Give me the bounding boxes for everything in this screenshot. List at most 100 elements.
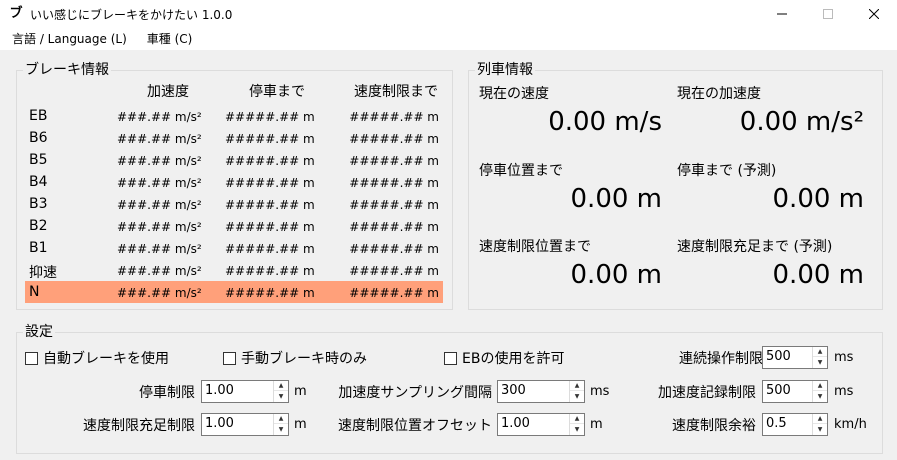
brake-row[interactable]: B6 ###.## m/s² #####.## m #####.## m — [25, 127, 443, 149]
auto-brake-checkbox[interactable]: 自動ブレーキを使用 — [25, 348, 169, 368]
brake-row[interactable]: B4 ###.## m/s² #####.## m #####.## m — [25, 171, 443, 193]
to-stop-predicted-value: 0.00 m — [772, 184, 864, 214]
to-limit-position-value: 0.00 m — [570, 260, 662, 290]
menu-bar: 言語 / Language (L) 車種 (C) — [0, 28, 897, 50]
stepper-down-icon[interactable]: ▼ — [570, 391, 584, 401]
brake-limit-distance: #####.## m — [349, 198, 439, 212]
stepper-down-icon[interactable]: ▼ — [813, 424, 827, 434]
stepper-buttons: ▲ ▼ — [812, 414, 827, 435]
maximize-button[interactable] — [805, 0, 851, 28]
brake-notch-name: EB — [29, 108, 48, 124]
auto-brake-label: 自動ブレーキを使用 — [43, 351, 169, 367]
stepper-down-icon[interactable]: ▼ — [274, 424, 288, 434]
accel-record-label: 加速度記録制限 — [658, 385, 756, 401]
accel-sampling-input[interactable] — [501, 383, 561, 398]
brake-limit-distance: #####.## m — [349, 176, 439, 190]
accel-sampling-label: 加速度サンプリング間隔 — [338, 385, 492, 401]
brake-row[interactable]: B2 ###.## m/s² #####.## m #####.## m — [25, 215, 443, 237]
manual-brake-only-checkbox[interactable]: 手動ブレーキ時のみ — [223, 348, 367, 368]
speed-fulfill-input[interactable] — [205, 416, 265, 431]
brake-row[interactable]: 抑速 ###.## m/s² #####.## m #####.## m — [25, 259, 443, 281]
brake-limit-distance: #####.## m — [349, 154, 439, 168]
to-stop-predicted-label: 停車まで (予測) — [677, 163, 777, 179]
accel-sampling-stepper[interactable]: ▲ ▼ — [497, 380, 585, 403]
accel-record-unit: ms — [834, 384, 854, 399]
stepper-up-icon[interactable]: ▲ — [813, 347, 827, 357]
brake-acceleration: ###.## m/s² — [117, 198, 202, 212]
to-stop-position-label: 停車位置まで — [479, 163, 563, 179]
window-controls — [759, 0, 897, 28]
brake-acceleration: ###.## m/s² — [117, 176, 202, 190]
minimize-icon — [777, 13, 787, 15]
close-button[interactable] — [851, 0, 897, 28]
stepper-buttons: ▲ ▼ — [273, 381, 288, 402]
checkbox-square[interactable] — [223, 351, 236, 365]
menu-car-type[interactable]: 車種 (C) — [139, 28, 201, 50]
stop-limit-stepper[interactable]: ▲ ▼ — [201, 380, 289, 403]
stepper-buttons: ▲ ▼ — [569, 414, 584, 435]
checkbox-square[interactable] — [25, 351, 38, 365]
train-info-title: 列車情報 — [475, 62, 535, 78]
stepper-down-icon[interactable]: ▼ — [274, 391, 288, 401]
brake-acceleration: ###.## m/s² — [117, 286, 202, 300]
stepper-up-icon[interactable]: ▲ — [570, 414, 584, 424]
brake-row[interactable]: N ###.## m/s² #####.## m #####.## m — [25, 281, 443, 303]
stepper-buttons: ▲ ▼ — [273, 414, 288, 435]
brake-info-group: ブレーキ情報 加速度 停車まで 速度制限まで EB ###.## m/s² ####… — [16, 62, 453, 310]
to-stop-position-value: 0.00 m — [570, 184, 662, 214]
brake-notch-name: 抑速 — [29, 265, 57, 281]
brake-limit-distance: #####.## m — [349, 286, 439, 300]
stepper-up-icon[interactable]: ▲ — [274, 414, 288, 424]
stepper-down-icon[interactable]: ▼ — [813, 391, 827, 401]
accel-sampling-unit: ms — [590, 384, 610, 399]
stepper-up-icon[interactable]: ▲ — [813, 381, 827, 391]
brake-notch-name: B4 — [29, 174, 48, 190]
stop-limit-label: 停車制限 — [139, 385, 195, 401]
checkbox-square[interactable] — [444, 351, 457, 365]
stepper-up-icon[interactable]: ▲ — [274, 381, 288, 391]
stepper-down-icon[interactable]: ▼ — [813, 357, 827, 367]
stop-limit-input[interactable] — [205, 383, 265, 398]
speed-fulfill-stepper[interactable]: ▲ ▼ — [201, 413, 289, 436]
brake-row[interactable]: B1 ###.## m/s² #####.## m #####.## m — [25, 237, 443, 259]
speed-limit-offset-stepper[interactable]: ▲ ▼ — [497, 413, 585, 436]
stepper-up-icon[interactable]: ▲ — [813, 414, 827, 424]
stop-limit-unit: m — [294, 384, 307, 399]
brake-row[interactable]: EB ###.## m/s² #####.## m #####.## m — [25, 105, 443, 127]
brake-notch-name: B2 — [29, 218, 48, 234]
speed-limit-offset-input[interactable] — [501, 416, 561, 431]
brake-limit-distance: #####.## m — [349, 220, 439, 234]
brake-acceleration: ###.## m/s² — [117, 220, 202, 234]
stepper-down-icon[interactable]: ▼ — [570, 424, 584, 434]
speed-margin-stepper[interactable]: ▲ ▼ — [762, 413, 828, 436]
brake-acceleration: ###.## m/s² — [117, 132, 202, 146]
continuous-limit-stepper[interactable]: ▲ ▼ — [762, 346, 828, 369]
brake-stop-distance: #####.## m — [225, 264, 315, 278]
brake-stop-distance: #####.## m — [225, 286, 315, 300]
to-limit-predicted-label: 速度制限充足まで (予測) — [677, 239, 833, 255]
brake-notch-name: B5 — [29, 152, 48, 168]
brake-acceleration: ###.## m/s² — [117, 110, 202, 124]
speed-margin-label: 速度制限余裕 — [672, 418, 756, 434]
brake-stop-distance: #####.## m — [225, 198, 315, 212]
continuous-limit-unit: ms — [834, 350, 854, 365]
minimize-button[interactable] — [759, 0, 805, 28]
allow-eb-checkbox[interactable]: EBの使用を許可 — [444, 348, 564, 368]
speed-limit-offset-label: 速度制限位置オフセット — [338, 418, 492, 434]
brake-notch-name: B3 — [29, 196, 48, 212]
brake-row[interactable]: B5 ###.## m/s² #####.## m #####.## m — [25, 149, 443, 171]
brake-limit-distance: #####.## m — [349, 264, 439, 278]
menu-language[interactable]: 言語 / Language (L) — [4, 28, 135, 50]
manual-brake-only-label: 手動ブレーキ時のみ — [241, 351, 367, 367]
title-bar[interactable]: ブ いい感じにブレーキをかけたい 1.0.0 — [0, 0, 897, 28]
brake-stop-distance: #####.## m — [225, 242, 315, 256]
brake-row[interactable]: B3 ###.## m/s² #####.## m #####.## m — [25, 193, 443, 215]
brake-stop-distance: #####.## m — [225, 154, 315, 168]
continuous-limit-label: 連続操作制限 — [679, 351, 763, 367]
stepper-up-icon[interactable]: ▲ — [570, 381, 584, 391]
accel-record-stepper[interactable]: ▲ ▼ — [762, 380, 828, 403]
train-info-group: 列車情報 現在の速度 0.00 m/s 現在の加速度 0.00 m/s² 停車位… — [468, 62, 883, 310]
current-accel-value: 0.00 m/s² — [739, 107, 864, 137]
brake-acceleration: ###.## m/s² — [117, 242, 202, 256]
speed-fulfill-label: 速度制限充足制限 — [83, 418, 195, 434]
